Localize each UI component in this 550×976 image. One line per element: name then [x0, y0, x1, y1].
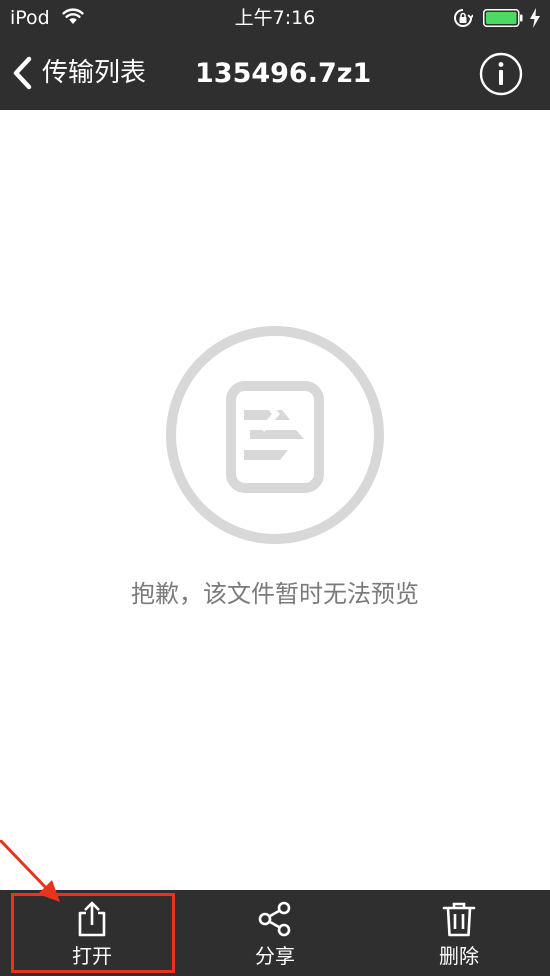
- rotation-lock-icon: [454, 9, 473, 27]
- info-icon[interactable]: [479, 52, 523, 96]
- delete-button[interactable]: 删除: [404, 890, 514, 976]
- charging-icon: [530, 8, 540, 28]
- page-title: 135496.7z1: [195, 58, 372, 89]
- navigation-bar: 传输列表 135496.7z1: [0, 36, 550, 110]
- preview-area: 抱歉，该文件暂时无法预览: [0, 110, 550, 890]
- preview-unavailable-message: 抱歉，该文件暂时无法预览: [131, 580, 419, 608]
- open-label: 打开: [72, 944, 112, 968]
- share-icon: [258, 901, 291, 937]
- status-bar: iPod 上午7:16: [0, 0, 550, 36]
- share-label: 分享: [255, 944, 295, 968]
- open-button[interactable]: 打开: [37, 890, 147, 976]
- open-in-icon: [78, 901, 106, 937]
- battery-icon: [483, 9, 523, 27]
- file-unsupported-icon: [166, 326, 384, 544]
- back-button[interactable]: 传输列表: [10, 50, 146, 96]
- bottom-toolbar: 打开 分享 删除: [0, 890, 550, 976]
- chevron-left-icon: [13, 56, 32, 90]
- back-label: 传输列表: [42, 58, 147, 88]
- delete-label: 删除: [439, 944, 479, 968]
- share-button[interactable]: 分享: [220, 890, 330, 976]
- trash-icon: [442, 902, 476, 937]
- screen: iPod 上午7:16 传输列表 135496.7z1 抱歉，该文件暂时无法预览…: [0, 0, 550, 976]
